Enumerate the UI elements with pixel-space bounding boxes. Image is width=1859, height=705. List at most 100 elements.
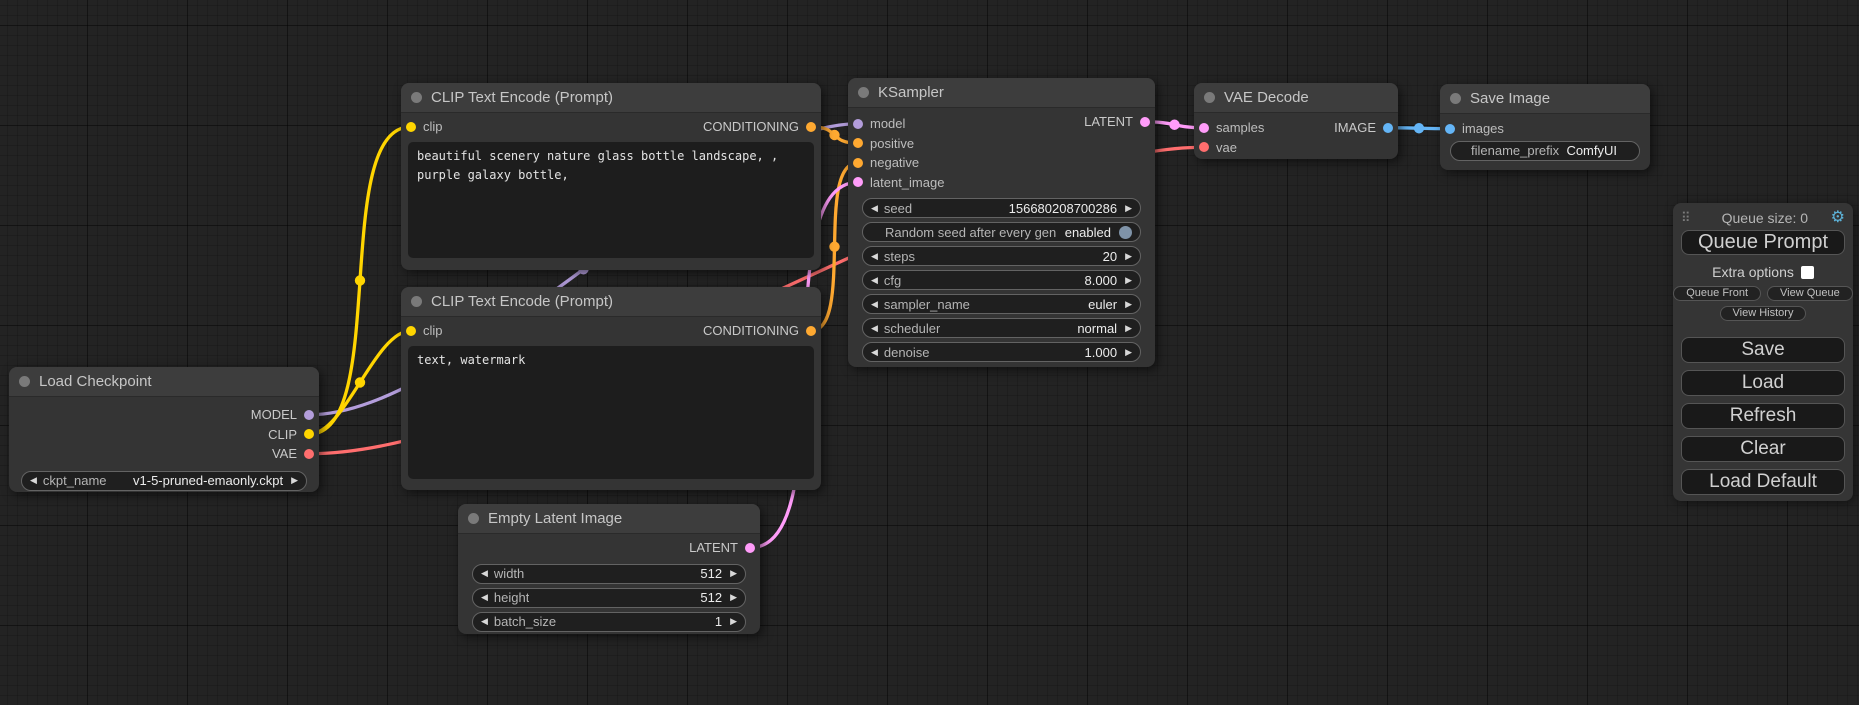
collapse-dot-icon[interactable] bbox=[411, 92, 422, 103]
node-title-bar[interactable]: Save Image bbox=[1440, 84, 1650, 114]
widget-sampler-name[interactable]: ◀ sampler_name euler ▶ bbox=[862, 294, 1141, 314]
positive-prompt-textarea[interactable]: beautiful scenery nature glass bottle la… bbox=[408, 142, 814, 258]
node-title-bar[interactable]: KSampler bbox=[848, 78, 1155, 108]
node-ksampler[interactable]: KSampler model positive negative latent_… bbox=[848, 78, 1155, 367]
widget-denoise[interactable]: ◀ denoise 1.000 ▶ bbox=[862, 342, 1141, 362]
collapse-dot-icon[interactable] bbox=[19, 376, 30, 387]
output-port-clip[interactable] bbox=[304, 429, 314, 439]
increment-arrow-icon[interactable]: ▶ bbox=[291, 476, 298, 485]
gear-icon[interactable]: ⚙ bbox=[1831, 210, 1845, 226]
input-port-vae[interactable] bbox=[1199, 142, 1209, 152]
decrement-arrow-icon[interactable]: ◀ bbox=[871, 300, 878, 309]
decrement-arrow-icon[interactable]: ◀ bbox=[871, 252, 878, 261]
decrement-arrow-icon[interactable]: ◀ bbox=[30, 476, 37, 485]
save-button[interactable]: Save bbox=[1681, 337, 1845, 363]
widget-steps[interactable]: ◀ steps 20 ▶ bbox=[862, 246, 1141, 266]
collapse-dot-icon[interactable] bbox=[1204, 92, 1215, 103]
collapse-dot-icon[interactable] bbox=[858, 87, 869, 98]
output-port-conditioning[interactable] bbox=[806, 122, 816, 132]
input-port-latent-image[interactable] bbox=[853, 177, 863, 187]
input-port-clip[interactable] bbox=[406, 122, 416, 132]
output-label-image: IMAGE bbox=[1334, 120, 1376, 135]
output-port-vae[interactable] bbox=[304, 449, 314, 459]
widget-cfg[interactable]: ◀ cfg 8.000 ▶ bbox=[862, 270, 1141, 290]
decrement-arrow-icon[interactable]: ◀ bbox=[871, 324, 878, 333]
collapse-dot-icon[interactable] bbox=[1450, 93, 1461, 104]
widget-value: 512 bbox=[700, 566, 722, 581]
refresh-button[interactable]: Refresh bbox=[1681, 403, 1845, 429]
widget-width[interactable]: ◀ width 512 ▶ bbox=[472, 564, 746, 584]
node-title-bar[interactable]: Empty Latent Image bbox=[458, 504, 760, 534]
decrement-arrow-icon[interactable]: ◀ bbox=[481, 593, 488, 602]
output-port-conditioning[interactable] bbox=[806, 326, 816, 336]
view-queue-button[interactable]: View Queue bbox=[1767, 286, 1853, 301]
decrement-arrow-icon[interactable]: ◀ bbox=[871, 348, 878, 357]
increment-arrow-icon[interactable]: ▶ bbox=[1125, 300, 1132, 309]
widget-label: ckpt_name bbox=[43, 473, 107, 488]
input-port-negative[interactable] bbox=[853, 158, 863, 168]
widget-value: 1 bbox=[715, 614, 722, 629]
increment-arrow-icon[interactable]: ▶ bbox=[1125, 204, 1132, 213]
node-graph-canvas[interactable]: Load Checkpoint MODEL CLIP VAE ◀ ckpt_na… bbox=[0, 0, 1859, 705]
input-label-samples: samples bbox=[1216, 120, 1264, 135]
node-title-bar[interactable]: VAE Decode bbox=[1194, 83, 1398, 113]
widget-filename-prefix[interactable]: filename_prefix ComfyUI bbox=[1450, 141, 1640, 161]
decrement-arrow-icon[interactable]: ◀ bbox=[871, 204, 878, 213]
output-port-image[interactable] bbox=[1383, 123, 1393, 133]
negative-prompt-textarea[interactable]: text, watermark bbox=[408, 346, 814, 479]
drag-handle-icon[interactable]: ⠿ bbox=[1681, 210, 1699, 226]
widget-label: scheduler bbox=[884, 321, 940, 336]
increment-arrow-icon[interactable]: ▶ bbox=[730, 617, 737, 626]
node-title-bar[interactable]: Load Checkpoint bbox=[9, 367, 319, 397]
decrement-arrow-icon[interactable]: ◀ bbox=[481, 569, 488, 578]
node-clip-text-encode-negative[interactable]: CLIP Text Encode (Prompt) clip CONDITION… bbox=[401, 287, 821, 490]
node-title: Load Checkpoint bbox=[39, 373, 152, 390]
output-port-latent[interactable] bbox=[745, 543, 755, 553]
input-port-clip[interactable] bbox=[406, 326, 416, 336]
node-load-checkpoint[interactable]: Load Checkpoint MODEL CLIP VAE ◀ ckpt_na… bbox=[9, 367, 319, 492]
widget-seed[interactable]: ◀ seed 156680208700286 ▶ bbox=[862, 198, 1141, 218]
output-port-model[interactable] bbox=[304, 410, 314, 420]
node-vae-decode[interactable]: VAE Decode samples IMAGE vae bbox=[1194, 83, 1398, 159]
input-port-images[interactable] bbox=[1445, 124, 1455, 134]
toggle-dot-icon[interactable] bbox=[1119, 226, 1132, 239]
increment-arrow-icon[interactable]: ▶ bbox=[1125, 252, 1132, 261]
decrement-arrow-icon[interactable]: ◀ bbox=[871, 276, 878, 285]
load-default-button[interactable]: Load Default bbox=[1681, 469, 1845, 495]
node-title-bar[interactable]: CLIP Text Encode (Prompt) bbox=[401, 83, 821, 113]
output-label-model: MODEL bbox=[251, 407, 297, 422]
collapse-dot-icon[interactable] bbox=[468, 513, 479, 524]
output-label-vae: VAE bbox=[272, 446, 297, 461]
increment-arrow-icon[interactable]: ▶ bbox=[1125, 348, 1132, 357]
widget-random-seed-toggle[interactable]: Random seed after every gen enabled bbox=[862, 222, 1141, 242]
input-label-images: images bbox=[1462, 121, 1504, 136]
widget-label: batch_size bbox=[494, 614, 556, 629]
load-button[interactable]: Load bbox=[1681, 370, 1845, 396]
node-title: Empty Latent Image bbox=[488, 510, 622, 527]
extra-options-checkbox[interactable] bbox=[1801, 266, 1814, 279]
widget-batch-size[interactable]: ◀ batch_size 1 ▶ bbox=[472, 612, 746, 632]
output-port-latent[interactable] bbox=[1140, 117, 1150, 127]
view-history-button[interactable]: View History bbox=[1720, 306, 1807, 321]
node-title-bar[interactable]: CLIP Text Encode (Prompt) bbox=[401, 287, 821, 317]
widget-scheduler[interactable]: ◀ scheduler normal ▶ bbox=[862, 318, 1141, 338]
node-clip-text-encode-positive[interactable]: CLIP Text Encode (Prompt) clip CONDITION… bbox=[401, 83, 821, 270]
input-port-positive[interactable] bbox=[853, 138, 863, 148]
node-save-image[interactable]: Save Image images filename_prefix ComfyU… bbox=[1440, 84, 1650, 170]
increment-arrow-icon[interactable]: ▶ bbox=[730, 593, 737, 602]
queue-prompt-button[interactable]: Queue Prompt bbox=[1681, 230, 1845, 255]
decrement-arrow-icon[interactable]: ◀ bbox=[481, 617, 488, 626]
widget-label: sampler_name bbox=[884, 297, 970, 312]
input-port-samples[interactable] bbox=[1199, 123, 1209, 133]
widget-height[interactable]: ◀ height 512 ▶ bbox=[472, 588, 746, 608]
increment-arrow-icon[interactable]: ▶ bbox=[1125, 276, 1132, 285]
widget-value: 8.000 bbox=[1085, 273, 1118, 288]
clear-button[interactable]: Clear bbox=[1681, 436, 1845, 462]
widget-value: 20 bbox=[1103, 249, 1117, 264]
collapse-dot-icon[interactable] bbox=[411, 296, 422, 307]
queue-front-button[interactable]: Queue Front bbox=[1673, 286, 1761, 301]
increment-arrow-icon[interactable]: ▶ bbox=[1125, 324, 1132, 333]
widget-ckpt-name[interactable]: ◀ ckpt_name v1-5-pruned-emaonly.ckpt ▶ bbox=[21, 471, 307, 491]
increment-arrow-icon[interactable]: ▶ bbox=[730, 569, 737, 578]
node-empty-latent-image[interactable]: Empty Latent Image LATENT ◀ width 512 ▶ … bbox=[458, 504, 760, 634]
